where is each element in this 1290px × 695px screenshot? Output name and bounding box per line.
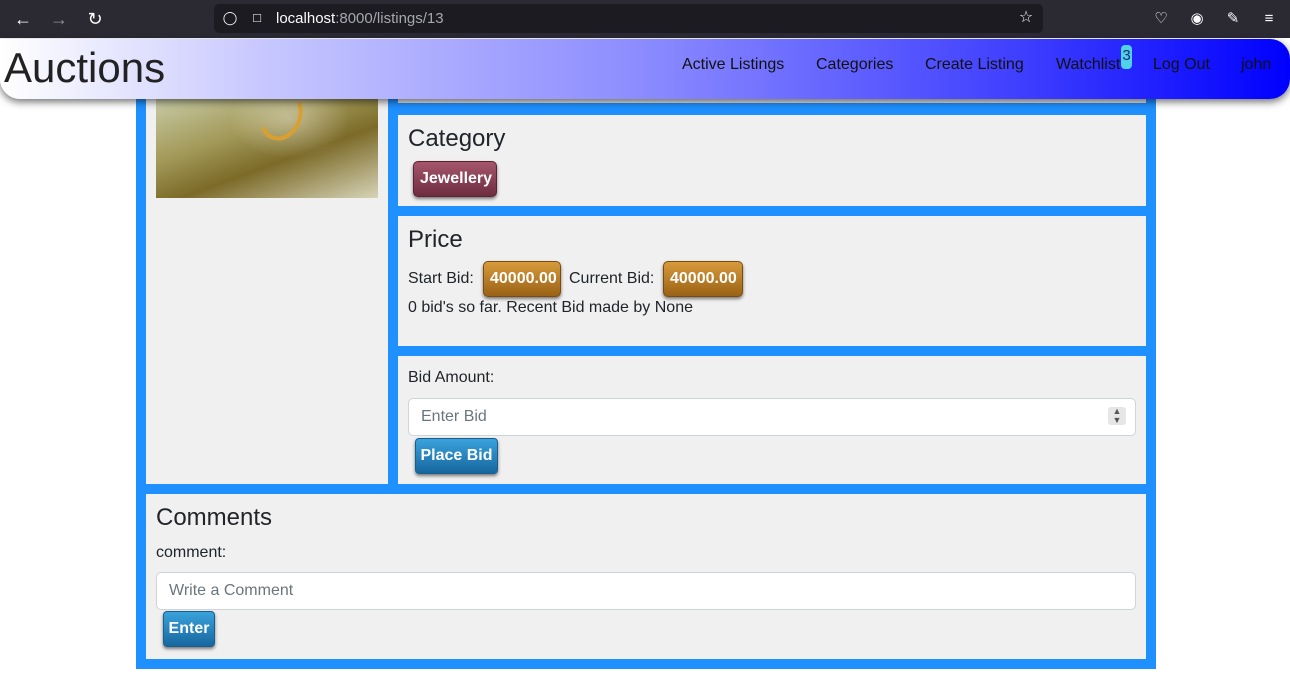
extensions-icon[interactable]: ✎ [1223, 9, 1243, 29]
price-panel: Price Start Bid: 40000.00 Current Bid: 4… [398, 216, 1146, 346]
url-path: :8000/listings/13 [335, 10, 444, 27]
image-panel [146, 83, 388, 484]
bookmark-star-icon[interactable]: ☆ [1018, 10, 1034, 26]
enter-comment-button[interactable]: Enter [163, 611, 215, 647]
start-bid-badge: 40000.00 [483, 261, 561, 297]
nav-create-listing[interactable]: Create Listing [925, 55, 1024, 75]
back-arrow-icon[interactable]: ← [10, 7, 36, 31]
start-bid-label: Start Bid: [408, 270, 474, 287]
nav-log-out[interactable]: Log Out [1153, 55, 1210, 75]
pocket-icon[interactable]: ♡ [1151, 9, 1171, 29]
price-heading: Price [408, 226, 463, 253]
url-host: localhost [276, 10, 336, 27]
bid-panel: Bid Amount: Enter Bid ▲ ▼ Place Bid [398, 356, 1146, 484]
listing-image [156, 83, 378, 198]
place-bid-button[interactable]: Place Bid [415, 438, 498, 474]
nav-watchlist[interactable]: Watchlist [1056, 55, 1120, 75]
number-spinner-icon[interactable]: ▲ ▼ [1108, 407, 1126, 425]
category-badge[interactable]: Jewellery [413, 161, 497, 197]
comment-input[interactable]: Write a Comment [156, 572, 1136, 610]
shield-icon[interactable]: ◯ [222, 10, 238, 26]
bid-summary: 0 bid's so far. Recent Bid made by None [408, 299, 693, 316]
nav-user[interactable]: john [1241, 55, 1271, 75]
page-info-icon[interactable]: □ [249, 10, 265, 26]
browser-toolbar: ← → ↻ ◯ □ localhost:8000/listings/13 ☆ ♡… [0, 0, 1290, 38]
url-text[interactable]: localhost:8000/listings/13 [276, 10, 444, 27]
address-bar[interactable]: ◯ □ localhost:8000/listings/13 ☆ [214, 4, 1043, 33]
nav-categories[interactable]: Categories [816, 55, 893, 75]
listing-container: Category Jewellery Price Start Bid: 4000… [136, 83, 1156, 669]
account-icon[interactable]: ◉ [1187, 9, 1207, 29]
comments-heading: Comments [156, 504, 273, 531]
bid-amount-input[interactable]: Enter Bid [408, 398, 1136, 436]
bid-amount-label: Bid Amount: [408, 369, 495, 386]
site-navbar: Auctions Active Listings Categories Crea… [0, 39, 1290, 99]
category-panel: Category Jewellery [398, 115, 1146, 206]
comment-label: comment: [156, 544, 227, 561]
category-heading: Category [408, 125, 506, 152]
current-bid-label: Current Bid: [569, 270, 655, 287]
reload-icon[interactable]: ↻ [82, 7, 108, 31]
comments-panel: Comments comment: Write a Comment Enter [146, 494, 1146, 659]
brand-title[interactable]: Auctions [4, 44, 165, 92]
menu-icon[interactable]: ≡ [1259, 9, 1279, 29]
forward-arrow-icon[interactable]: → [46, 7, 72, 31]
nav-active-listings[interactable]: Active Listings [682, 55, 784, 75]
current-bid-badge: 40000.00 [663, 261, 743, 297]
watchlist-count-badge: 3 [1121, 45, 1132, 69]
title-panel-edge [398, 99, 1146, 103]
